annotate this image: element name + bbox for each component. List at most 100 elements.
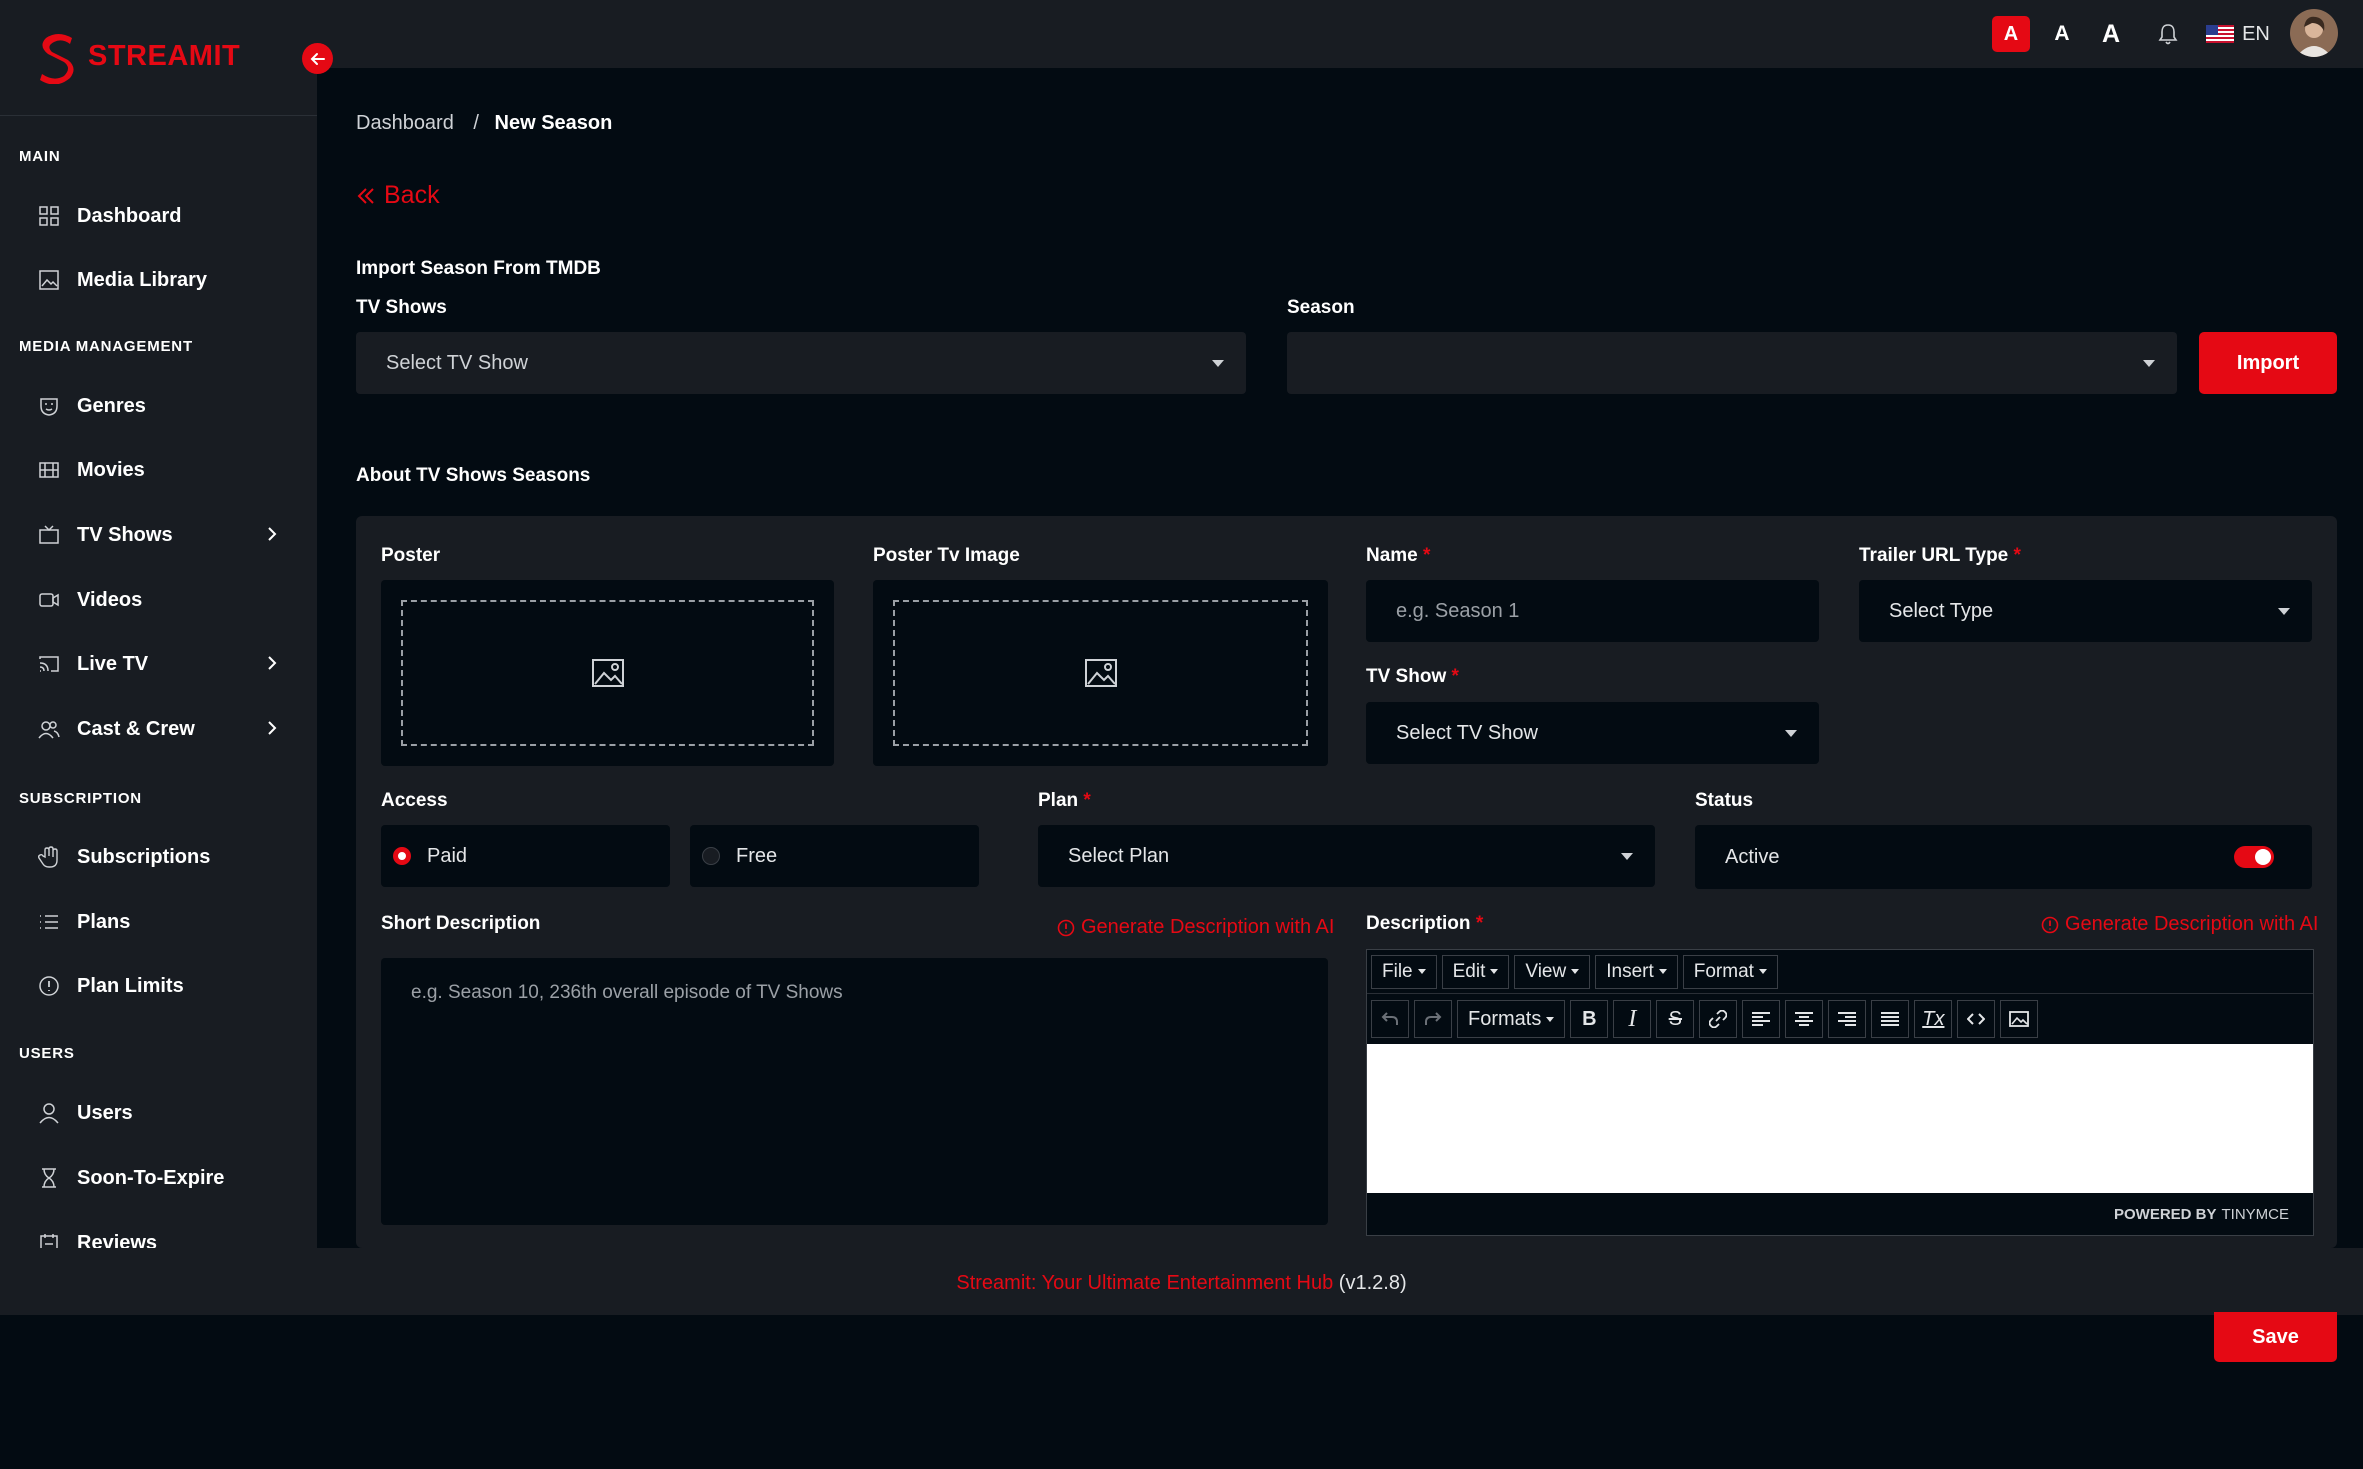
sidebar-item-label: Movies bbox=[77, 458, 145, 481]
radio-unselected-icon bbox=[702, 847, 720, 865]
import-tv-show-select[interactable]: Select TV Show bbox=[356, 332, 1246, 394]
generate-short-description-link[interactable]: Generate Description with AI bbox=[1057, 916, 1334, 939]
align-center-icon[interactable] bbox=[1785, 1000, 1824, 1038]
breadcrumb-current: New Season bbox=[494, 112, 613, 134]
chevron-down-icon bbox=[1621, 853, 1633, 860]
font-size-medium-button[interactable]: A bbox=[2047, 16, 2077, 52]
brand-name: STREAMIT bbox=[88, 40, 241, 72]
sidebar-item-label: Soon-To-Expire bbox=[77, 1166, 225, 1189]
poster-tv-label: Poster Tv Image bbox=[873, 545, 1020, 566]
tv-show-select[interactable]: Select TV Show bbox=[1366, 702, 1819, 764]
sidebar-item-label: Videos bbox=[77, 588, 143, 611]
tv-show-value: Select TV Show bbox=[1396, 721, 1538, 744]
redo-icon[interactable] bbox=[1414, 1000, 1452, 1038]
sidebar: STREAMIT MAIN Dashboard Media Library MEDIA… bbox=[0, 0, 317, 1254]
list-icon bbox=[38, 911, 60, 933]
sidebar-item-label: Users bbox=[77, 1101, 133, 1124]
short-description-textarea[interactable]: e.g. Season 10, 236th overall episode of… bbox=[381, 958, 1328, 1225]
sidebar-item-label: Cast & Crew bbox=[77, 717, 195, 740]
sidebar-item-cast-crew[interactable]: Cast & Crew bbox=[38, 709, 278, 749]
editor-menu-edit[interactable]: Edit bbox=[1441, 954, 1510, 989]
sidebar-item-subscriptions[interactable]: Subscriptions bbox=[38, 837, 278, 877]
language-selector[interactable]: EN bbox=[2241, 16, 2271, 52]
sidebar-item-genres[interactable]: Genres bbox=[38, 386, 278, 426]
season-label: Season bbox=[1287, 297, 1355, 318]
align-justify-icon[interactable] bbox=[1871, 1000, 1910, 1038]
topbar: A A A EN bbox=[317, 0, 2363, 68]
undo-icon[interactable] bbox=[1371, 1000, 1409, 1038]
chevron-down-icon bbox=[1785, 730, 1797, 737]
font-size-large-button[interactable]: A bbox=[2094, 16, 2128, 52]
access-paid-label: Paid bbox=[427, 844, 468, 867]
tinymce-brand[interactable]: TINYMCE bbox=[2222, 1206, 2290, 1223]
footer-brand-link[interactable]: Streamit: Your Ultimate Entertainment Hu… bbox=[956, 1272, 1333, 1294]
clear-format-icon[interactable]: Tx bbox=[1914, 1000, 1953, 1038]
bold-icon[interactable]: B bbox=[1570, 1000, 1609, 1038]
status-toggle[interactable] bbox=[2234, 846, 2274, 868]
footer-version: (v1.2.8) bbox=[1338, 1272, 1407, 1294]
align-right-icon[interactable] bbox=[1828, 1000, 1867, 1038]
poster-upload[interactable] bbox=[381, 580, 834, 766]
sidebar-item-plan-limits[interactable]: Plan Limits bbox=[38, 966, 278, 1006]
grid-icon bbox=[38, 205, 60, 227]
import-season-select[interactable] bbox=[1287, 332, 2177, 394]
formats-dropdown[interactable]: Formats bbox=[1457, 1000, 1566, 1038]
sidebar-item-videos[interactable]: Videos bbox=[38, 580, 278, 620]
import-button[interactable]: Import bbox=[2199, 332, 2337, 394]
notification-bell-icon[interactable] bbox=[2153, 16, 2183, 52]
sidebar-item-label: Media Library bbox=[77, 268, 208, 291]
code-icon[interactable] bbox=[1957, 1000, 1996, 1038]
editor-menu-file[interactable]: File bbox=[1371, 954, 1437, 989]
logo-row: STREAMIT bbox=[0, 0, 317, 116]
italic-icon[interactable]: I bbox=[1613, 1000, 1652, 1038]
editor-statusbar: POWERED BY TINYMCE bbox=[1367, 1193, 2313, 1235]
access-free-radio[interactable]: Free bbox=[690, 825, 979, 887]
chevron-down-icon bbox=[1212, 360, 1224, 367]
trailer-url-type-select[interactable]: Select Type bbox=[1859, 580, 2312, 642]
sidebar-item-movies[interactable]: Movies bbox=[38, 450, 278, 490]
sidebar-section-title: MEDIA MANAGEMENT bbox=[19, 338, 193, 355]
avatar[interactable] bbox=[2290, 9, 2338, 57]
font-size-small-button[interactable]: A bbox=[1992, 16, 2030, 52]
poster-label: Poster bbox=[381, 545, 441, 566]
name-label: Name * bbox=[1366, 545, 1431, 566]
sidebar-item-media-library[interactable]: Media Library bbox=[38, 260, 278, 300]
plan-value: Select Plan bbox=[1068, 844, 1170, 867]
trailer-url-type-label: Trailer URL Type * bbox=[1859, 545, 2021, 566]
status-label: Status bbox=[1695, 790, 1754, 811]
editor-content-area[interactable] bbox=[1367, 1044, 2313, 1193]
strikethrough-icon[interactable]: S bbox=[1656, 1000, 1695, 1038]
access-paid-radio[interactable]: Paid bbox=[381, 825, 670, 887]
image-icon bbox=[38, 269, 60, 291]
sidebar-item-tv-shows[interactable]: TV Shows bbox=[38, 515, 278, 555]
editor-menu-view[interactable]: View bbox=[1514, 954, 1591, 989]
save-button[interactable]: Save bbox=[2214, 1312, 2337, 1362]
sidebar-item-live-tv[interactable]: Live TV bbox=[38, 644, 278, 684]
collapse-sidebar-button[interactable] bbox=[302, 43, 333, 74]
insert-image-icon[interactable] bbox=[2000, 1000, 2039, 1038]
sidebar-section-title: SUBSCRIPTION bbox=[19, 790, 142, 807]
sidebar-item-users[interactable]: Users bbox=[38, 1093, 278, 1133]
sidebar-item-soon-to-expire[interactable]: Soon-To-Expire bbox=[38, 1158, 278, 1198]
name-input[interactable]: e.g. Season 1 bbox=[1366, 580, 1819, 642]
alert-circle-icon bbox=[1057, 919, 1075, 936]
streamit-logo-icon[interactable] bbox=[38, 32, 78, 84]
chevron-down-icon bbox=[2143, 360, 2155, 367]
image-placeholder-icon bbox=[1084, 659, 1117, 687]
back-link[interactable]: Back bbox=[356, 181, 440, 210]
breadcrumb-dashboard-link[interactable]: Dashboard bbox=[356, 112, 454, 134]
editor-menu-format[interactable]: Format bbox=[1682, 954, 1778, 989]
generate-description-link[interactable]: Generate Description with AI bbox=[2041, 913, 2318, 936]
sidebar-section-title: USERS bbox=[19, 1045, 75, 1062]
align-left-icon[interactable] bbox=[1742, 1000, 1781, 1038]
sidebar-item-dashboard[interactable]: Dashboard bbox=[38, 196, 278, 236]
breadcrumb: Dashboard / New Season bbox=[356, 112, 612, 135]
editor-menu-insert[interactable]: Insert bbox=[1595, 954, 1678, 989]
link-icon[interactable] bbox=[1699, 1000, 1738, 1038]
plan-select[interactable]: Select Plan bbox=[1038, 825, 1655, 887]
poster-tv-upload[interactable] bbox=[873, 580, 1328, 766]
sidebar-item-plans[interactable]: Plans bbox=[38, 902, 278, 942]
sidebar-section-title: MAIN bbox=[19, 148, 61, 165]
short-description-label: Short Description bbox=[381, 913, 541, 934]
status-field: Active bbox=[1695, 825, 2312, 889]
